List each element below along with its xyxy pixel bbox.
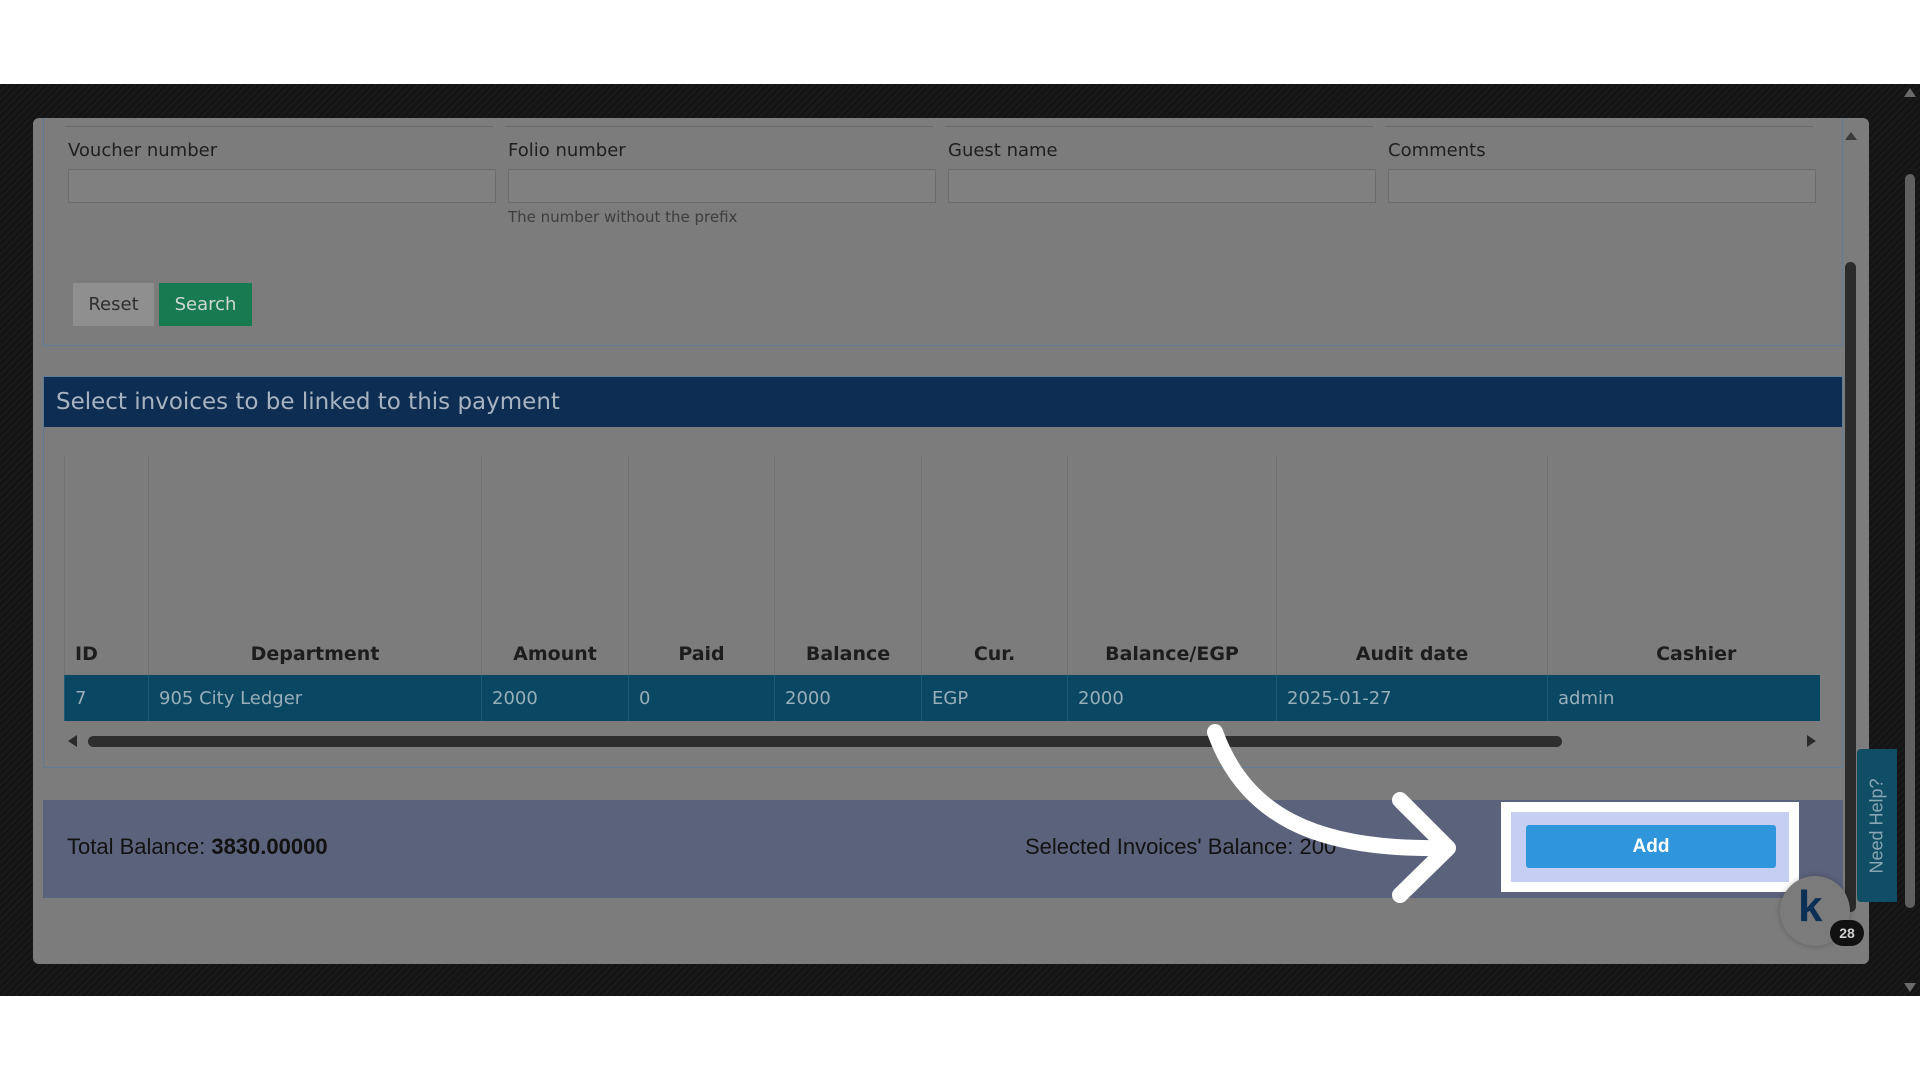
add-button-highlight: Add [1501,802,1799,892]
need-help-label: Need Help? [1866,777,1887,874]
total-balance-value: 3830.00000 [211,834,328,859]
invoices-table: ID Department Amount Paid Balance Cur. B… [64,455,1820,721]
scroll-left-icon[interactable] [68,735,77,747]
cell-balance: 2000 [774,675,922,721]
chat-bubble-logo: k [1798,882,1823,931]
voucher-number-field: Voucher number [68,140,496,203]
column-header-paid[interactable]: Paid [628,455,775,675]
cell-id: 7 [64,675,149,721]
column-header-currency[interactable]: Cur. [921,455,1068,675]
column-header-department[interactable]: Department [148,455,482,675]
add-button-highlight-inner: Add [1511,812,1789,882]
guest-name-input[interactable] [948,169,1376,203]
comments-input[interactable] [1388,169,1816,203]
table-row[interactable]: 7 905 City Ledger 2000 0 2000 EGP 2000 2… [64,675,1820,721]
column-header-id[interactable]: ID [64,455,149,675]
folio-number-hint: The number without the prefix [508,208,738,226]
horizontal-scrollbar[interactable] [64,733,1820,749]
search-filters: Voucher number Folio number The number w… [43,118,1843,346]
column-header-balance[interactable]: Balance [774,455,922,675]
folio-number-label: Folio number [508,140,626,161]
add-button[interactable]: Add [1526,825,1776,868]
column-header-amount[interactable]: Amount [481,455,629,675]
guest-name-label: Guest name [948,140,1058,161]
invoices-table-container: ID Department Amount Paid Balance Cur. B… [64,455,1820,721]
invoices-panel: Select invoices to be linked to this pay… [43,376,1843,768]
total-balance-label: Total Balance: [67,834,206,859]
curved-arrow-icon [1207,724,1456,903]
scroll-up-icon[interactable] [1845,132,1857,140]
comments-label: Comments [1388,140,1486,161]
chat-bubble-icon[interactable]: k 28 [1780,876,1864,946]
search-button[interactable]: Search [159,283,252,326]
cell-cashier: admin [1547,675,1820,721]
cell-department: 905 City Ledger [148,675,482,721]
page-scroll-up-icon[interactable] [1904,88,1916,97]
cell-currency: EGP [921,675,1068,721]
page-scroll-thumb[interactable] [1905,174,1915,908]
column-header-balance-egp[interactable]: Balance/EGP [1067,455,1277,675]
column-header-audit-date[interactable]: Audit date [1276,455,1548,675]
page-scrollbar[interactable] [1900,84,1920,996]
modal-vertical-scrollbar[interactable] [1844,132,1858,962]
cell-balance-egp: 2000 [1067,675,1277,721]
cell-amount: 2000 [481,675,629,721]
cell-paid: 0 [628,675,775,721]
guest-name-field: Guest name [948,140,1376,203]
need-help-tab[interactable]: Need Help? [1857,749,1897,902]
folio-number-input[interactable] [508,169,936,203]
voucher-number-input[interactable] [68,169,496,203]
total-balance: Total Balance: 3830.00000 [67,834,328,860]
notification-count-badge: 28 [1830,920,1864,946]
column-header-cashier[interactable]: Cashier [1547,455,1820,675]
reset-button[interactable]: Reset [73,283,154,326]
comments-field: Comments [1388,140,1816,203]
table-header-row: ID Department Amount Paid Balance Cur. B… [64,455,1820,675]
folio-number-field: Folio number The number without the pref… [508,140,936,226]
invoices-panel-title: Select invoices to be linked to this pay… [44,377,1842,427]
scroll-right-icon[interactable] [1807,735,1816,747]
page-scroll-down-icon[interactable] [1904,983,1916,992]
modal-scroll-thumb[interactable] [1845,262,1856,912]
voucher-number-label: Voucher number [68,140,218,161]
cell-audit-date: 2025-01-27 [1276,675,1548,721]
